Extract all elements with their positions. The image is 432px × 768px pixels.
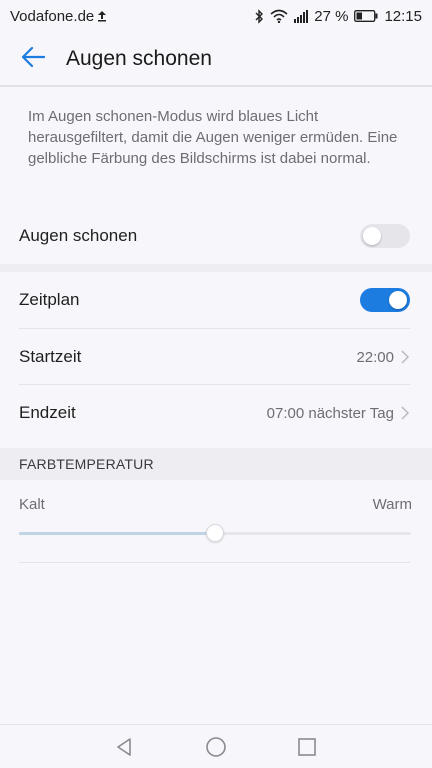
wifi-icon	[270, 9, 288, 23]
chevron-right-icon	[401, 350, 410, 364]
status-bar: Vodafone.de 27 % 12:15	[0, 0, 432, 32]
slider-min-label: Kalt	[19, 496, 45, 513]
nav-home-button[interactable]	[196, 727, 236, 767]
bluetooth-icon	[254, 8, 264, 24]
toggle-knob	[389, 291, 407, 309]
slider-max-label: Warm	[372, 496, 412, 513]
eye-comfort-row[interactable]: Augen schonen	[0, 208, 432, 264]
app-bar: Augen schonen	[0, 32, 432, 86]
arrow-left-icon	[21, 46, 46, 73]
toggle-knob	[363, 227, 381, 245]
end-time-label: Endzeit	[19, 403, 76, 422]
schedule-row[interactable]: Zeitplan	[0, 272, 432, 328]
recents-square-icon	[297, 737, 316, 756]
section-bottom-divider	[19, 562, 410, 563]
section-separator	[0, 264, 432, 272]
section-title: FARBTEMPERATUR	[19, 456, 154, 472]
color-temperature-header: FARBTEMPERATUR	[0, 448, 432, 480]
slider-thumb[interactable]	[206, 524, 224, 542]
end-time-row[interactable]: Endzeit 07:00 nächster Tag	[0, 385, 432, 441]
carrier-label: Vodafone.de	[10, 7, 95, 25]
color-temperature-slider[interactable]	[19, 524, 411, 542]
upload-icon	[97, 10, 107, 22]
schedule-toggle[interactable]	[360, 288, 410, 312]
back-button[interactable]	[16, 42, 50, 76]
back-triangle-icon	[117, 737, 132, 756]
description-text: Im Augen schonen-Modus wird blaues Licht…	[28, 108, 398, 167]
start-time-label: Startzeit	[19, 347, 82, 366]
start-time-value: 22:00	[356, 348, 394, 366]
end-time-value: 07:00 nächster Tag	[266, 404, 394, 422]
schedule-label: Zeitplan	[19, 290, 80, 309]
chevron-right-icon	[401, 406, 410, 420]
home-circle-icon	[206, 736, 226, 757]
eye-comfort-label: Augen schonen	[19, 226, 138, 245]
app-bar-divider	[0, 85, 432, 87]
battery-icon	[354, 10, 378, 22]
signal-icon	[294, 9, 309, 23]
page-title: Augen schonen	[66, 47, 212, 70]
slider-fill	[19, 532, 215, 535]
start-time-row[interactable]: Startzeit 22:00	[0, 329, 432, 385]
nav-recents-button[interactable]	[287, 727, 327, 767]
navigation-bar	[0, 724, 432, 768]
eye-comfort-toggle[interactable]	[360, 224, 410, 248]
nav-back-button[interactable]	[105, 727, 145, 767]
clock: 12:15	[384, 7, 422, 25]
battery-percent: 27 %	[314, 7, 349, 25]
